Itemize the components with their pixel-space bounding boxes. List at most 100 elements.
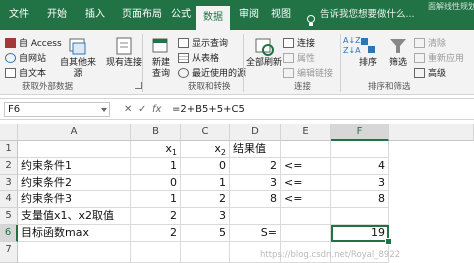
row-header-2[interactable]: 2 bbox=[0, 158, 18, 175]
fill-handle[interactable] bbox=[385, 238, 392, 245]
cell-e4[interactable]: <= bbox=[281, 191, 331, 208]
cell-b7[interactable] bbox=[131, 242, 181, 263]
edit-links-button[interactable]: 编辑链接 bbox=[283, 66, 333, 79]
cell-b1[interactable]: x1 bbox=[131, 141, 181, 158]
from-access-button[interactable]: 自 Access bbox=[5, 36, 62, 49]
cell-e6[interactable] bbox=[281, 225, 331, 242]
row-header-4[interactable]: 4 bbox=[0, 191, 18, 208]
cell-a7[interactable] bbox=[18, 242, 131, 263]
cell-c7[interactable] bbox=[181, 242, 230, 263]
cell-c2[interactable]: 0 bbox=[181, 158, 230, 175]
cell-c1-text: x2 bbox=[214, 142, 226, 158]
cell-c1[interactable]: x2 bbox=[181, 141, 230, 158]
cell-d6[interactable]: S= bbox=[230, 225, 281, 242]
row-header-6[interactable]: 6 bbox=[0, 225, 18, 242]
recent-sources-label: 最近使用的源 bbox=[192, 69, 247, 79]
enter-icon[interactable]: ✓ bbox=[138, 102, 146, 117]
existing-connections-button[interactable]: 现有连接 bbox=[104, 36, 144, 69]
row-header-3[interactable]: 3 bbox=[0, 175, 18, 191]
cell-f4[interactable]: 8 bbox=[331, 191, 389, 208]
from-web-button[interactable]: 自网站 bbox=[5, 51, 46, 64]
tab-home[interactable]: 开始 bbox=[42, 0, 72, 30]
table-icon bbox=[178, 52, 189, 63]
column-header-a[interactable]: A bbox=[18, 124, 131, 141]
insert-function-icon[interactable]: fx bbox=[152, 102, 161, 117]
cell-f3[interactable]: 3 bbox=[331, 175, 389, 191]
cell-d2[interactable]: 2 bbox=[230, 158, 281, 175]
cell-a4[interactable]: 约束条件3 bbox=[18, 191, 131, 208]
advanced-button[interactable]: 高级 bbox=[414, 66, 446, 79]
cancel-icon[interactable]: ✕ bbox=[124, 102, 132, 117]
cell-c3[interactable]: 1 bbox=[181, 175, 230, 191]
from-table-button[interactable]: 从表格 bbox=[178, 51, 219, 64]
window-title: 面解线性规划... bbox=[428, 2, 474, 11]
tell-me-search[interactable]: 告诉我您想要做什么... bbox=[320, 0, 415, 30]
cell-a2[interactable]: 约束条件1 bbox=[18, 158, 131, 175]
column-header-c[interactable]: C bbox=[181, 124, 230, 141]
properties-label: 属性 bbox=[297, 54, 316, 64]
cell-d4[interactable]: 8 bbox=[230, 191, 281, 208]
properties-button[interactable]: 属性 bbox=[283, 51, 315, 64]
clear-button[interactable]: 清除 bbox=[414, 36, 446, 49]
name-box[interactable]: F6 bbox=[4, 102, 110, 117]
column-header-e[interactable]: E bbox=[281, 124, 331, 141]
cell-a5[interactable]: 支量值x1、x2取值 bbox=[18, 208, 131, 225]
cell-c6[interactable]: 5 bbox=[181, 225, 230, 242]
cell-d3[interactable]: 3 bbox=[230, 175, 281, 191]
sort-button[interactable]: 排序 bbox=[353, 36, 383, 69]
select-all-corner[interactable] bbox=[0, 124, 18, 141]
cell-a3[interactable]: 约束条件2 bbox=[18, 175, 131, 191]
cell-f1[interactable] bbox=[331, 141, 389, 158]
sort-label: 排序 bbox=[358, 58, 377, 68]
cell-c5[interactable]: 3 bbox=[181, 208, 230, 225]
cell-e2[interactable]: <= bbox=[281, 158, 331, 175]
dialog-launcher-icon[interactable] bbox=[135, 82, 142, 89]
tab-page-layout[interactable]: 页面布局 bbox=[117, 0, 167, 30]
column-header-f[interactable]: F bbox=[331, 124, 389, 141]
tab-file[interactable]: 文件 bbox=[4, 0, 34, 30]
column-header-d[interactable]: D bbox=[230, 124, 281, 141]
cell-d1[interactable]: 结果值 bbox=[230, 141, 281, 158]
cell-f5[interactable] bbox=[331, 208, 389, 225]
reapply-label: 重新应用 bbox=[428, 54, 465, 64]
cell-a1[interactable] bbox=[18, 141, 131, 158]
filter-button[interactable]: 筛选 bbox=[383, 36, 413, 69]
tab-review[interactable]: 审阅 bbox=[234, 0, 264, 30]
tab-formulas[interactable]: 公式 bbox=[166, 0, 196, 30]
active-cell-border bbox=[331, 225, 389, 242]
cell-c4[interactable]: 2 bbox=[181, 191, 230, 208]
cell-b2[interactable]: 1 bbox=[131, 158, 181, 175]
new-query-button[interactable]: 新建 查询 bbox=[143, 36, 179, 80]
cell-b3[interactable]: 0 bbox=[131, 175, 181, 191]
formula-bar: F6 ✕ ✓ fx =2+B5+5+C5 bbox=[0, 98, 474, 120]
recent-sources-button[interactable]: 最近使用的源 bbox=[178, 66, 246, 79]
chevron-down-icon[interactable] bbox=[101, 108, 107, 112]
tab-data[interactable]: 数据 bbox=[196, 6, 230, 30]
reapply-button[interactable]: 重新应用 bbox=[414, 51, 464, 64]
from-text-button[interactable]: 自文本 bbox=[5, 66, 46, 79]
cell-a6[interactable]: 目标函数max bbox=[18, 225, 131, 242]
clock-icon bbox=[178, 67, 189, 78]
cell-d5[interactable] bbox=[230, 208, 281, 225]
cell-e3[interactable]: <= bbox=[281, 175, 331, 191]
row-header-5[interactable]: 5 bbox=[0, 208, 18, 225]
cell-e5[interactable] bbox=[281, 208, 331, 225]
cell-b5[interactable]: 2 bbox=[131, 208, 181, 225]
cell-f2[interactable]: 4 bbox=[331, 158, 389, 175]
advanced-label: 高级 bbox=[428, 69, 447, 79]
cell-b6[interactable]: 2 bbox=[131, 225, 181, 242]
other-sources-button[interactable]: 自其他来源 bbox=[56, 36, 100, 80]
row-header-7[interactable]: 7 bbox=[0, 242, 18, 263]
refresh-all-button[interactable]: 全部刷新 bbox=[244, 36, 284, 69]
worksheet-grid[interactable]: A B C D E F 1 2 3 4 5 6 7 x1 x2 结果值 约束条件… bbox=[0, 124, 474, 263]
formula-input[interactable]: =2+B5+5+C5 bbox=[172, 102, 245, 117]
connections-button[interactable]: 连接 bbox=[283, 36, 315, 49]
cell-e1[interactable] bbox=[281, 141, 331, 158]
text-file-icon bbox=[5, 67, 16, 78]
tab-view[interactable]: 视图 bbox=[266, 0, 296, 30]
column-header-b[interactable]: B bbox=[131, 124, 181, 141]
show-queries-button[interactable]: 显示查询 bbox=[178, 36, 228, 49]
cell-b4[interactable]: 1 bbox=[131, 191, 181, 208]
row-header-1[interactable]: 1 bbox=[0, 141, 18, 158]
tab-insert[interactable]: 插入 bbox=[80, 0, 110, 30]
